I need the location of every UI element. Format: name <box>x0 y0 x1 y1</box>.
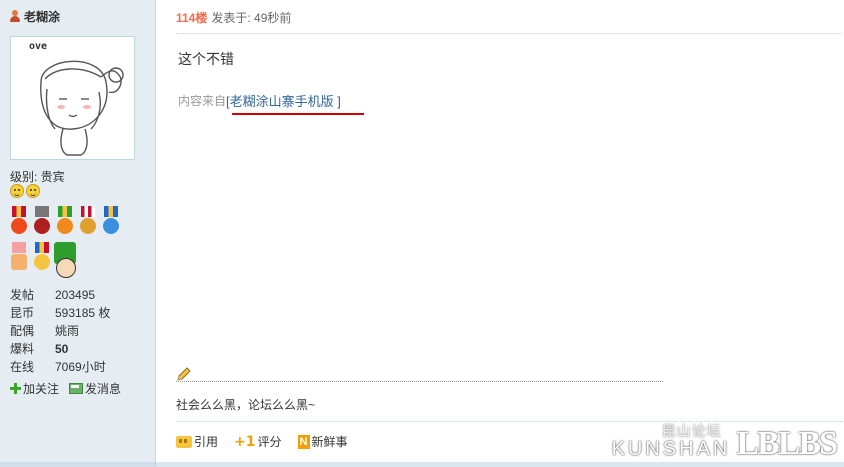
header-divider <box>176 33 842 34</box>
news-button[interactable]: N 新鲜事 <box>297 433 348 450</box>
post-source: 内容来自 [老糊涂山寨手机版 ] <box>178 91 341 110</box>
message-icon <box>69 383 84 394</box>
author-name[interactable]: 老糊涂 <box>24 8 60 25</box>
floor-number[interactable]: 114楼 <box>176 9 207 26</box>
footer-divider <box>176 421 843 422</box>
post-header: 114楼 发表于: 49秒前 <box>176 9 291 26</box>
stat-posts: 发帖 203495 <box>10 288 96 302</box>
medal-icon[interactable] <box>54 206 76 236</box>
follow-button[interactable]: 加关注 <box>10 380 59 397</box>
red-underline-annotation <box>232 113 364 115</box>
medal-icon[interactable] <box>8 242 30 272</box>
stat-scoops: 爆料 50 <box>10 342 69 356</box>
posted-time: 发表于: 49秒前 <box>211 11 292 25</box>
send-message-button[interactable]: 发消息 <box>69 380 121 397</box>
signature-divider <box>176 381 663 382</box>
smiley-icon <box>10 184 24 198</box>
news-icon: N <box>297 434 310 449</box>
smiley-icon <box>26 184 40 198</box>
pencil-icon <box>177 367 191 381</box>
medal-icon[interactable] <box>77 206 99 236</box>
medal-icon[interactable] <box>31 242 53 272</box>
plus-icon <box>10 383 21 394</box>
user-stats: 发帖 203495 昆币 593185 枚 配偶 姚雨 爆料 50 在线 706… <box>10 286 150 376</box>
post-content: 这个不错 <box>178 51 234 67</box>
source-link[interactable]: [老糊涂山寨手机版 ] <box>226 91 341 110</box>
source-prefix: 内容来自 <box>178 94 227 108</box>
post-toolbar: 引用 +1 评分 N 新鲜事 <box>176 433 348 450</box>
level-label: 级别: 贵宾 <box>10 170 65 184</box>
face-icon[interactable] <box>56 258 76 278</box>
site-watermark: 昆山论坛 KUNSHAN LBLBS <box>611 423 838 462</box>
medal-icon[interactable] <box>31 206 53 236</box>
stat-coins: 昆币 593185 枚 <box>10 306 111 320</box>
quote-icon <box>176 435 192 448</box>
author-name-row[interactable]: 老糊涂 <box>9 8 60 25</box>
stat-spouse: 配偶 姚雨 <box>10 324 80 338</box>
user-actions: 加关注 发消息 <box>10 380 121 397</box>
author-sidebar: 老糊涂 ove 级别: 贵宾 发帖 203495 昆币 593185 枚 配偶 … <box>0 0 156 467</box>
avatar-drawing <box>40 60 124 156</box>
signature: 社会么么黑，论坛么么黑~ <box>176 398 316 412</box>
medal-icon[interactable] <box>100 206 122 236</box>
medal-icon[interactable] <box>8 206 30 236</box>
rate-button[interactable]: +1 评分 <box>234 433 282 450</box>
avatar[interactable]: ove <box>10 36 135 160</box>
rate-icon: +1 <box>234 433 256 450</box>
bottom-strip <box>0 462 844 467</box>
quote-button[interactable]: 引用 <box>176 433 218 450</box>
user-icon <box>9 10 21 23</box>
stat-online: 在线 7069小时 <box>10 360 106 374</box>
